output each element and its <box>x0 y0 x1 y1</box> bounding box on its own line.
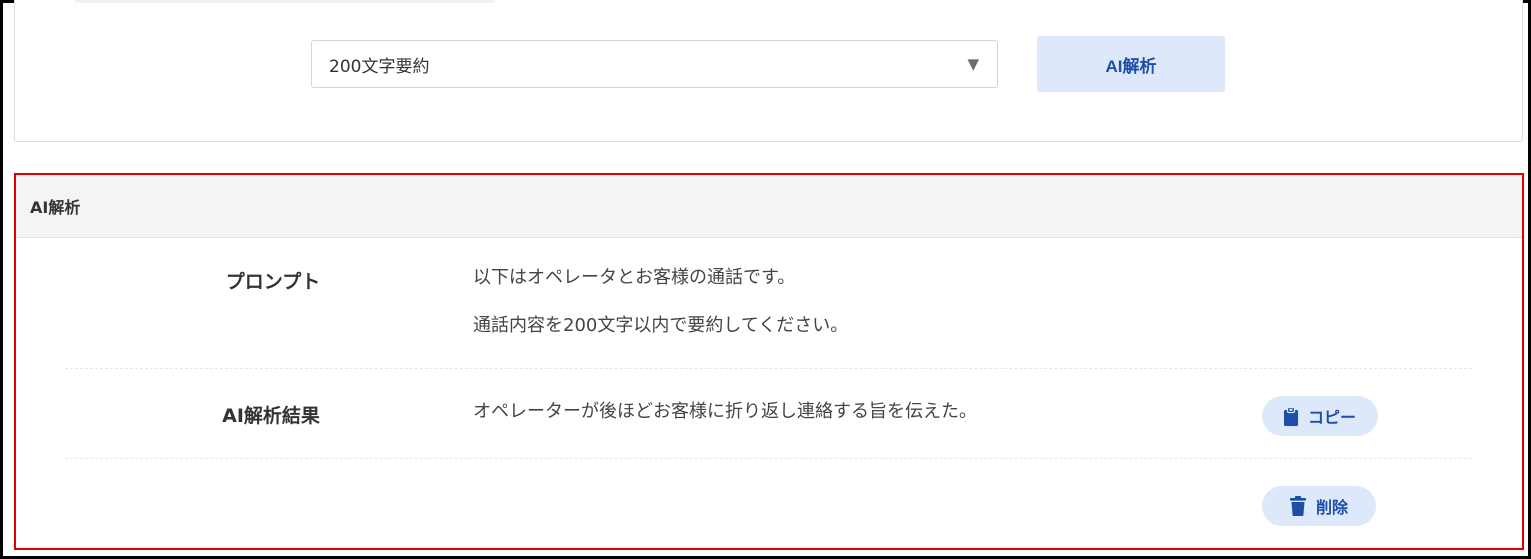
delete-button-label: 削除 <box>1315 498 1348 517</box>
row-divider <box>65 458 1472 459</box>
chevron-down-icon: ▼ <box>967 55 979 73</box>
prompt-line-1: 以下はオペレータとお客様の通話です。 <box>473 267 796 288</box>
clipboard-icon <box>1283 406 1298 426</box>
ai-analysis-panel: AI解析 プロンプト 以下はオペレータとお客様の通話です。 通話内容を200文字… <box>14 173 1524 550</box>
trash-icon <box>1289 496 1306 516</box>
panel-title: AI解析 <box>16 175 1522 238</box>
row-divider <box>65 368 1472 369</box>
result-text: オペレーターが後ほどお客様に折り返し連絡する旨を伝えた。 <box>473 401 977 422</box>
result-label: AI解析結果 <box>222 405 320 427</box>
copy-button-label: コピー <box>1307 408 1356 427</box>
prompt-label: プロンプト <box>225 271 321 293</box>
summary-type-select[interactable]: 200文字要約 ▼ <box>311 40 998 88</box>
delete-button[interactable]: 削除 <box>1262 486 1376 526</box>
card-tab-strip <box>75 0 495 3</box>
ai-analyze-button[interactable]: AI解析 <box>1037 36 1225 92</box>
summary-type-value: 200文字要約 <box>329 56 430 77</box>
screenshot-frame: 200文字要約 ▼ AI解析 AI解析 プロンプト 以下はオペレータとお客様の通… <box>0 0 1531 559</box>
copy-button[interactable]: コピー <box>1262 396 1378 436</box>
prompt-line-2: 通話内容を200文字以内で要約してください。 <box>473 315 849 336</box>
